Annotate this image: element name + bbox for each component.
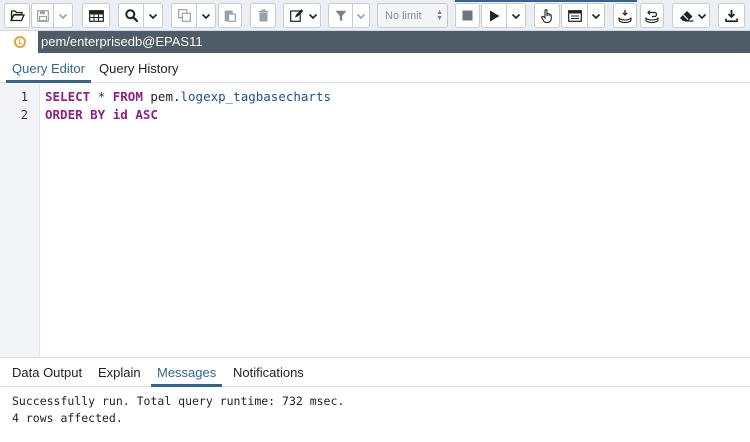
chevron-down-icon [511,11,521,21]
sql-schema: pem. [150,89,181,104]
table-grid-icon [88,9,104,22]
play-icon [489,10,500,22]
tab-notifications[interactable]: Notifications [227,358,310,387]
row-limit-select[interactable]: No limit ▲ ▼ [377,3,448,28]
line-number: 2 [20,108,28,122]
copy-icon [177,9,191,22]
execute-options-button[interactable] [506,3,526,28]
sql-column: id [112,107,128,122]
open-file-button[interactable] [4,3,30,28]
clear-button[interactable] [672,3,710,28]
messages-panel: Successfully run. Total query runtime: 7… [0,388,750,442]
chevron-down-icon [591,11,601,21]
sql-keyword: FROM [112,89,143,104]
code-line[interactable]: SELECT * FROM pem.logexp_tagbasecharts [45,89,331,104]
paste-icon [224,9,236,22]
download-icon [725,9,738,22]
execute-button[interactable] [481,3,506,28]
database-rollback-icon [645,9,659,23]
trash-icon [258,9,269,22]
tab-messages[interactable]: Messages [151,358,223,387]
tab-query-editor[interactable]: Query Editor [6,53,91,83]
connection-label[interactable]: pem/enterprisedb@EPAS11 [38,31,750,53]
eraser-icon [679,10,694,22]
message-line: 4 rows affected. [12,411,123,425]
tab-data-output[interactable]: Data Output [6,358,88,387]
find-button[interactable] [118,3,143,28]
folder-open-icon [9,9,25,22]
delete-button[interactable] [250,3,276,28]
pencil-square-icon [290,9,304,22]
connection-bar: pem/enterprisedb@EPAS11 [0,31,750,53]
find-options-button[interactable] [143,3,163,28]
sql-keyword: ASC [135,107,158,122]
hand-pointer-icon [541,8,553,23]
filter-button[interactable] [328,3,352,28]
filter-options-button[interactable] [352,3,370,28]
search-icon [124,9,138,22]
chevron-down-icon [697,11,707,21]
chevron-down-icon [148,11,158,21]
save-options-button[interactable] [53,3,73,28]
code-line[interactable]: ORDER BY id ASC [45,107,158,122]
tab-query-history[interactable]: Query History [93,53,184,83]
select-arrows-icon: ▲ ▼ [436,9,443,22]
filter-icon [335,10,347,22]
toolbar-active-indicator [455,0,637,2]
query-toolbar: No limit ▲ ▼ [0,0,750,31]
row-limit-value: No limit [385,9,422,22]
explain-button[interactable] [534,3,560,28]
message-line: Successfully run. Total query runtime: 7… [12,394,345,408]
chevron-down-icon [356,11,366,21]
explain-options-button[interactable] [587,3,605,28]
sql-keyword: ORDER BY [45,107,106,122]
sql-operator: * [97,89,106,104]
copy-button[interactable] [171,3,196,28]
sql-keyword: SELECT [45,89,91,104]
save-file-button[interactable] [31,3,53,28]
rollback-button[interactable] [640,3,664,28]
save-icon [36,9,49,22]
download-button[interactable] [718,3,745,28]
tab-explain[interactable]: Explain [92,358,147,387]
edit-button[interactable] [283,3,321,28]
copy-options-button[interactable] [196,3,216,28]
window-icon [567,9,582,22]
chevron-down-icon [308,11,318,21]
line-number: 1 [20,90,28,104]
edit-data-button[interactable] [82,3,110,28]
paste-button[interactable] [218,3,242,28]
result-tab-bar: Data Output Explain Messages Notificatio… [0,357,750,387]
sql-editor[interactable]: 1 2 SELECT * FROM pem.logexp_tagbasechar… [0,84,750,357]
chevron-down-icon [58,11,68,21]
line-number-gutter: 1 2 [0,84,40,357]
sql-table-name: logexp_tagbasecharts [180,89,332,104]
chevron-down-icon [201,11,211,21]
editor-tab-bar: Query Editor Query History [0,53,750,83]
stop-button[interactable] [455,3,480,28]
commit-button[interactable] [613,3,637,28]
connection-status-icon[interactable] [14,36,26,48]
explain-analyze-button[interactable] [561,3,587,28]
stop-icon [462,10,473,21]
database-commit-icon [618,9,632,23]
